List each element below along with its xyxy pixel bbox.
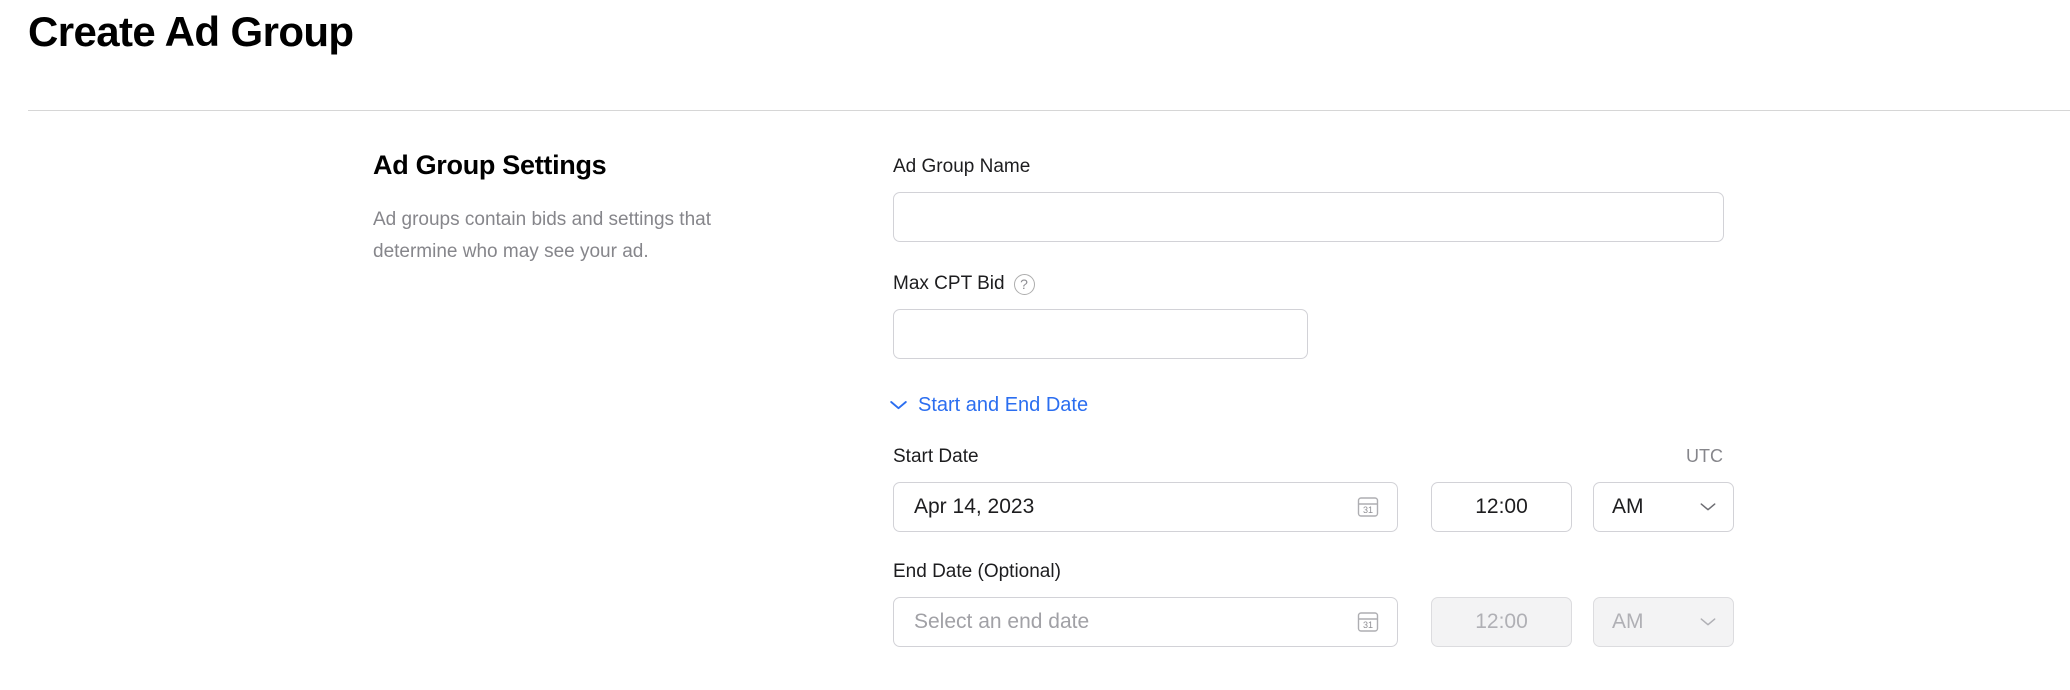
start-date-picker[interactable]: Apr 14, 2023 31 [893,482,1398,532]
calendar-icon: 31 [1357,612,1379,632]
start-meridiem-value: AM [1612,495,1644,518]
ad-group-name-label: Ad Group Name [893,156,1031,177]
ad-group-form: Ad Group Name Max CPT Bid ? Start and En… [890,155,1793,647]
end-meridiem-select: AM [1593,597,1734,647]
end-date-placeholder: Select an end date [914,610,1090,633]
start-date-row: Apr 14, 2023 31 12:00 AM [893,482,1793,532]
svg-text:31: 31 [1363,505,1373,515]
start-time-input[interactable]: 12:00 [1431,482,1572,532]
field-ad-group-name: Ad Group Name [893,155,1793,242]
max-cpt-bid-input[interactable] [893,309,1308,359]
field-end-date: End Date (Optional) Select an end date 3… [893,560,1793,647]
start-end-date-disclosure[interactable]: Start and End Date [890,393,1088,417]
start-end-date-disclosure-label: Start and End Date [918,394,1089,416]
max-cpt-bid-label: Max CPT Bid [893,273,1005,294]
end-meridiem-value: AM [1612,610,1644,633]
calendar-icon: 31 [1357,497,1379,517]
ad-group-settings-section: Ad Group Settings Ad groups contain bids… [373,148,793,268]
chevron-down-icon [1700,618,1716,626]
header-divider [28,110,2070,111]
section-description: Ad groups contain bids and settings that… [373,209,712,262]
chevron-down-icon [890,401,907,410]
start-meridiem-select[interactable]: AM [1593,482,1734,532]
field-max-cpt-bid: Max CPT Bid ? [893,272,1793,359]
end-date-row: Select an end date 31 12:00 AM [893,597,1793,647]
create-ad-group-page: Create Ad Group Ad Group Settings Ad gro… [0,0,2070,690]
question-circle-icon[interactable]: ? [1013,273,1035,295]
chevron-down-icon [1700,503,1716,511]
start-date-label: Start Date [893,446,979,467]
end-time-value: 12:00 [1475,610,1528,633]
ad-group-name-input[interactable] [893,192,1724,242]
end-date-picker[interactable]: Select an end date 31 [893,597,1398,647]
end-date-label-row: End Date (Optional) [893,560,1723,584]
field-start-date: Start Date UTC Apr 14, 2023 31 12:00 AM [893,445,1793,532]
end-time-input: 12:00 [1431,597,1572,647]
end-date-label: End Date (Optional) [893,561,1061,582]
start-date-value: Apr 14, 2023 [914,495,1035,518]
max-cpt-bid-label-row: Max CPT Bid ? [893,272,1793,296]
start-time-value: 12:00 [1475,495,1528,518]
section-heading: Ad Group Settings [373,150,607,180]
start-date-label-row: Start Date UTC [893,445,1723,469]
svg-text:31: 31 [1363,620,1373,630]
page-title: Create Ad Group [28,8,354,55]
timezone-label: UTC [1686,446,1723,466]
